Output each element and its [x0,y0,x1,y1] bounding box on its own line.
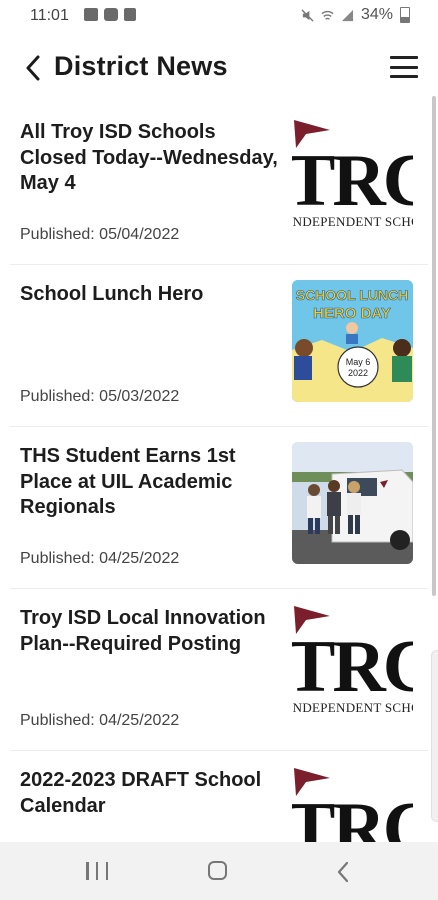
logo-wordmark: TRC [292,140,413,222]
news-headline: School Lunch Hero [20,283,204,305]
students-photo [292,442,413,564]
lunch-image-title-2: HERO DAY [313,305,391,322]
hamburger-menu-icon[interactable] [390,54,418,80]
lunch-image-date-2: 2022 [348,368,368,378]
troy-isd-logo: TRC [292,766,413,842]
news-headline: 2022-2023 DRAFT School Calendar [20,769,262,817]
battery-percent: 34% [360,6,393,23]
troy-isd-logo: TRC INDEPENDENT SCHOOL [292,118,413,240]
lunch-image-date-1: May 6 [346,357,371,367]
news-published-date: Published: 04/25/2022 [20,550,180,567]
news-list[interactable]: All Troy ISD Schools Closed Today--Wedne… [0,104,438,842]
wifi-icon [321,10,334,20]
app-bar: District News [0,32,438,104]
news-headline: All Troy ISD Schools Closed Today--Wedne… [20,121,278,194]
news-item[interactable]: 2022-2023 DRAFT School Calendar TRC [10,752,428,842]
app-icon [124,8,136,21]
status-bar: 11:01 34% [0,0,438,32]
logo-wordmark: TRC [292,626,413,708]
signal-icon [341,9,354,21]
news-item[interactable]: THS Student Earns 1st Place at UIL Acade… [10,428,428,589]
school-lunch-hero-day-image: SCHOOL LUNCH HERO DAY May 6 2022 [292,280,413,402]
lunch-image-title-1: SCHOOL LUNCH [296,287,409,303]
system-icons: 34% [301,6,410,24]
logo-subtitle: INDEPENDENT SCHOOL [292,214,413,229]
scrollbar[interactable] [432,96,436,596]
logo-wordmark: TRC [292,788,413,842]
battery-icon [400,7,410,23]
troy-isd-logo: TRC INDEPENDENT SCHOOL [292,604,413,726]
news-headline: THS Student Earns 1st Place at UIL Acade… [20,445,236,518]
image-icon [84,8,98,21]
news-item[interactable]: All Troy ISD Schools Closed Today--Wedne… [10,104,428,265]
logo-subtitle: INDEPENDENT SCHOOL [292,700,413,715]
back-icon[interactable] [336,861,350,888]
news-published-date: Published: 05/03/2022 [20,388,180,405]
news-published-date: Published: 05/04/2022 [20,226,180,243]
home-icon[interactable] [208,861,227,880]
recent-apps-icon[interactable] [86,862,108,880]
back-arrow-icon[interactable] [18,52,48,84]
news-published-date: Published: 04/25/2022 [20,712,180,729]
mute-icon [301,8,314,22]
news-item[interactable]: Troy ISD Local Innovation Plan--Required… [10,590,428,751]
page-title: District News [54,51,228,81]
youtube-icon [104,8,118,21]
status-time: 11:01 [30,7,69,24]
news-item[interactable]: School Lunch Hero Published: 05/03/2022 … [10,266,428,427]
system-nav-bar [0,842,438,900]
edge-panel-handle[interactable] [431,650,438,822]
news-headline: Troy ISD Local Innovation Plan--Required… [20,607,266,655]
notification-icons [84,8,136,21]
